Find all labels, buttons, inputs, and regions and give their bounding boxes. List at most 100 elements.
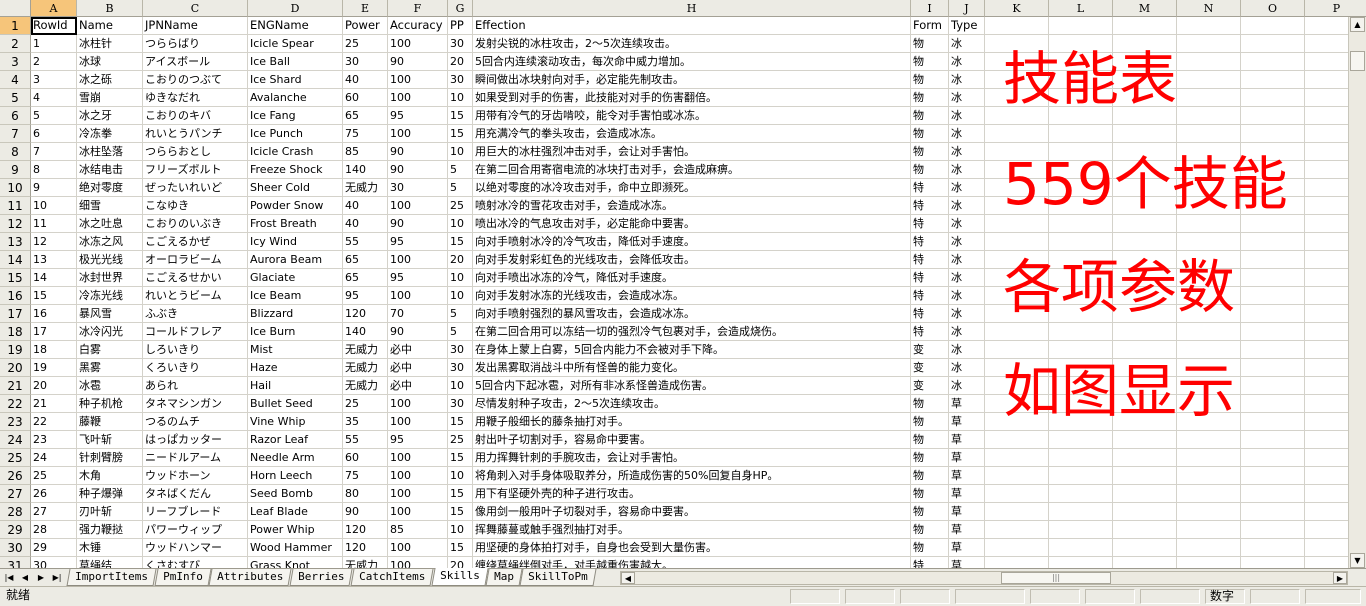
table-cell[interactable] (1305, 143, 1348, 161)
table-cell[interactable]: 30 (448, 395, 473, 413)
row-header[interactable]: 13 (0, 233, 31, 251)
table-cell[interactable]: 草 (949, 539, 985, 557)
table-cell[interactable]: 在身体上蒙上白雾，5回合内能力不会被对手下降。 (473, 341, 911, 359)
table-cell[interactable]: 100 (388, 287, 448, 305)
table-cell[interactable] (1241, 485, 1305, 503)
select-all-corner[interactable] (0, 0, 31, 17)
table-cell[interactable]: 100 (388, 557, 448, 568)
table-cell[interactable]: 1 (31, 35, 77, 53)
row-header[interactable]: 29 (0, 521, 31, 539)
table-cell[interactable]: 100 (388, 89, 448, 107)
table-cell[interactable]: 21 (31, 395, 77, 413)
table-cell[interactable]: 冰封世界 (77, 269, 143, 287)
header-cell[interactable]: RowId (31, 17, 77, 35)
table-cell[interactable]: 7 (31, 143, 77, 161)
table-cell[interactable]: 雪崩 (77, 89, 143, 107)
table-cell[interactable] (1241, 539, 1305, 557)
row-header[interactable]: 11 (0, 197, 31, 215)
table-cell[interactable] (1177, 449, 1241, 467)
table-cell[interactable]: ふぶき (143, 305, 248, 323)
table-cell[interactable]: Grass Knot (248, 557, 343, 568)
table-cell[interactable]: ぜったいれいど (143, 179, 248, 197)
horizontal-scrollbar[interactable]: ◀ ||| ▶ (620, 571, 1348, 585)
table-cell[interactable]: 冰冷闪光 (77, 323, 143, 341)
table-cell[interactable]: 90 (388, 143, 448, 161)
table-cell[interactable]: くさむすび (143, 557, 248, 568)
table-cell[interactable]: 变 (911, 377, 949, 395)
table-cell[interactable]: 95 (388, 431, 448, 449)
row-header[interactable]: 26 (0, 467, 31, 485)
table-cell[interactable]: 10 (448, 521, 473, 539)
table-cell[interactable]: 特 (911, 287, 949, 305)
table-cell[interactable]: Aurora Beam (248, 251, 343, 269)
column-header-e[interactable]: E (343, 0, 388, 17)
header-cell[interactable] (1241, 17, 1305, 35)
row-header[interactable]: 31 (0, 557, 31, 568)
row-header[interactable]: 22 (0, 395, 31, 413)
header-cell[interactable]: JPNName (143, 17, 248, 35)
table-cell[interactable]: 25 (448, 197, 473, 215)
table-cell[interactable] (1305, 35, 1348, 53)
table-cell[interactable]: 用巨大的冰柱强烈冲击对手，会让对手害怕。 (473, 143, 911, 161)
scroll-left-icon[interactable]: ◀ (621, 572, 635, 584)
header-cell[interactable] (1177, 17, 1241, 35)
table-cell[interactable]: 5 (31, 107, 77, 125)
table-cell[interactable]: 25 (31, 467, 77, 485)
table-cell[interactable] (1241, 503, 1305, 521)
table-cell[interactable]: 物 (911, 89, 949, 107)
column-header-o[interactable]: O (1241, 0, 1305, 17)
table-cell[interactable]: 特 (911, 251, 949, 269)
table-cell[interactable]: 物 (911, 53, 949, 71)
table-cell[interactable]: 120 (343, 521, 388, 539)
table-cell[interactable]: つららおとし (143, 143, 248, 161)
table-cell[interactable]: 100 (388, 485, 448, 503)
table-cell[interactable]: 90 (388, 323, 448, 341)
prev-tab-icon[interactable]: ◀ (19, 571, 31, 584)
table-cell[interactable]: こおりのいぶき (143, 215, 248, 233)
table-cell[interactable] (1305, 305, 1348, 323)
table-cell[interactable]: リーフブレード (143, 503, 248, 521)
table-cell[interactable] (1241, 323, 1305, 341)
table-cell[interactable] (1305, 521, 1348, 539)
table-cell[interactable]: 物 (911, 143, 949, 161)
table-cell[interactable] (985, 449, 1049, 467)
table-cell[interactable] (1305, 539, 1348, 557)
header-cell[interactable]: Effection (473, 17, 911, 35)
table-cell[interactable]: 70 (388, 305, 448, 323)
table-cell[interactable] (1241, 251, 1305, 269)
table-cell[interactable]: 物 (911, 71, 949, 89)
table-cell[interactable]: 向对手喷射冰冷的冷气攻击，降低对手速度。 (473, 233, 911, 251)
table-cell[interactable]: 40 (343, 71, 388, 89)
table-cell[interactable]: Avalanche (248, 89, 343, 107)
table-cell[interactable]: 100 (388, 395, 448, 413)
table-cell[interactable]: 95 (388, 269, 448, 287)
table-cell[interactable]: こなゆき (143, 197, 248, 215)
sheet-tab-berries[interactable]: Berries (289, 569, 353, 586)
table-cell[interactable]: 冰 (949, 269, 985, 287)
table-cell[interactable] (1113, 521, 1177, 539)
table-cell[interactable]: 草 (949, 395, 985, 413)
table-cell[interactable]: 木锤 (77, 539, 143, 557)
table-cell[interactable]: 10 (448, 467, 473, 485)
table-cell[interactable]: 飞叶斩 (77, 431, 143, 449)
table-cell[interactable]: 冰 (949, 359, 985, 377)
table-cell[interactable]: 100 (388, 251, 448, 269)
row-header[interactable]: 1 (0, 17, 31, 35)
table-cell[interactable] (1305, 485, 1348, 503)
table-cell[interactable] (1113, 485, 1177, 503)
table-cell[interactable] (1241, 53, 1305, 71)
column-header-a[interactable]: A (31, 0, 77, 17)
table-cell[interactable] (1177, 503, 1241, 521)
table-cell[interactable]: 特 (911, 269, 949, 287)
table-cell[interactable]: 草 (949, 521, 985, 539)
table-cell[interactable]: 90 (343, 503, 388, 521)
column-header-g[interactable]: G (448, 0, 473, 17)
table-cell[interactable] (1305, 431, 1348, 449)
table-cell[interactable]: 16 (31, 305, 77, 323)
table-cell[interactable] (1177, 125, 1241, 143)
table-cell[interactable]: 28 (31, 521, 77, 539)
row-header[interactable]: 3 (0, 53, 31, 71)
row-header[interactable]: 20 (0, 359, 31, 377)
table-cell[interactable]: 物 (911, 125, 949, 143)
table-cell[interactable]: 物 (911, 161, 949, 179)
